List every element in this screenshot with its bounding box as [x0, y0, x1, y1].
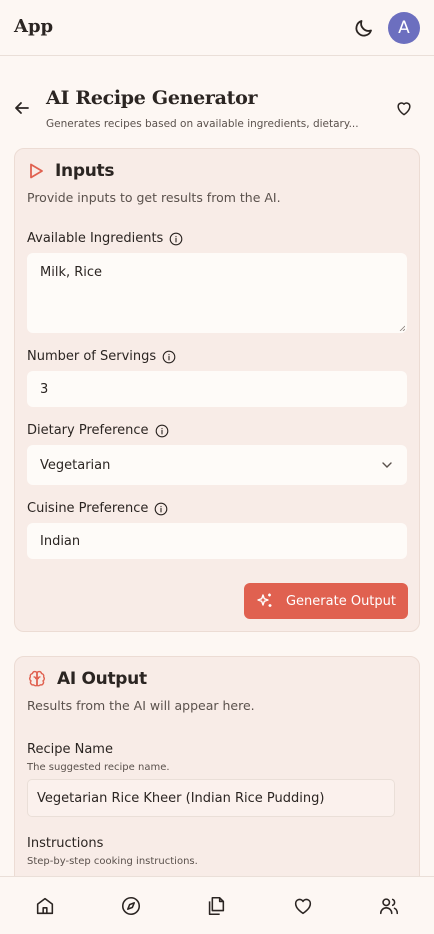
- cuisine-label-text: Cuisine Preference: [27, 501, 149, 516]
- cuisine-value: Indian: [40, 533, 81, 549]
- main-content: AI Recipe Generator Generates recipes ba…: [0, 56, 434, 876]
- diet-label-text: Dietary Preference: [27, 423, 149, 438]
- ai-output-card: AI Output Results from the AI will appea…: [14, 656, 420, 876]
- brain-icon: [29, 670, 45, 687]
- generate-output-label: Generate Output: [285, 593, 396, 609]
- diet-select[interactable]: Vegetarian: [27, 445, 407, 485]
- servings-input[interactable]: 3: [27, 371, 407, 407]
- users-icon: [379, 898, 399, 915]
- diet-label: Dietary Preference: [27, 423, 169, 438]
- play-icon: [30, 163, 43, 179]
- app-title: App: [14, 16, 54, 37]
- back-button[interactable]: [12, 98, 32, 118]
- inputs-card-description: Provide inputs to get results from the A…: [27, 190, 281, 205]
- sparkles-icon: [257, 593, 272, 607]
- inputs-card: Inputs Provide inputs to get results fro…: [14, 148, 420, 632]
- nav-explore[interactable]: [120, 895, 142, 917]
- servings-label: Number of Servings: [27, 349, 176, 364]
- page-title: AI Recipe Generator: [46, 87, 258, 109]
- home-icon: [36, 897, 54, 915]
- bottom-nav: [0, 876, 434, 934]
- heart-icon: [294, 898, 312, 915]
- info-icon[interactable]: [155, 424, 169, 438]
- info-icon[interactable]: [162, 350, 176, 364]
- ingredients-textarea[interactable]: Milk, Rice: [27, 253, 407, 333]
- nav-home[interactable]: [34, 895, 56, 917]
- info-icon[interactable]: [154, 502, 168, 516]
- recipe-name-label: Recipe Name: [27, 742, 113, 757]
- recipe-name-hint: The suggested recipe name.: [27, 762, 170, 773]
- chevron-down-icon: [382, 462, 392, 468]
- page-subtitle: Generates recipes based on available ing…: [46, 118, 359, 130]
- moon-icon: [355, 20, 372, 37]
- nav-documents[interactable]: [205, 895, 227, 917]
- ingredients-value: Milk, Rice: [40, 265, 103, 280]
- info-icon[interactable]: [169, 232, 183, 246]
- arrow-left-icon: [15, 102, 29, 114]
- output-card-title: AI Output: [57, 669, 147, 689]
- favorite-button[interactable]: [394, 98, 414, 118]
- inputs-card-header: Inputs: [27, 161, 114, 181]
- instructions-label: Instructions: [27, 836, 104, 851]
- theme-toggle-button[interactable]: [352, 16, 376, 40]
- ingredients-label: Available Ingredients: [27, 231, 183, 246]
- nav-users[interactable]: [378, 895, 400, 917]
- recipe-name-value: Vegetarian Rice Kheer (Indian Rice Puddi…: [37, 790, 325, 806]
- documents-icon: [208, 896, 225, 916]
- output-card-header: AI Output: [27, 669, 147, 689]
- instructions-hint: Step-by-step cooking instructions.: [27, 856, 198, 867]
- cuisine-input[interactable]: Indian: [27, 523, 407, 559]
- output-card-description: Results from the AI will appear here.: [27, 698, 255, 713]
- compass-icon: [121, 896, 141, 916]
- avatar[interactable]: A: [388, 12, 420, 44]
- servings-value: 3: [40, 381, 49, 397]
- inputs-card-title: Inputs: [55, 161, 115, 181]
- recipe-name-output: Vegetarian Rice Kheer (Indian Rice Puddi…: [27, 779, 395, 817]
- servings-label-text: Number of Servings: [27, 349, 157, 364]
- cuisine-label: Cuisine Preference: [27, 501, 168, 516]
- generate-output-button[interactable]: Generate Output: [244, 583, 408, 619]
- ingredients-label-text: Available Ingredients: [27, 231, 164, 246]
- top-bar: App A: [0, 0, 434, 56]
- nav-favorites[interactable]: [292, 895, 314, 917]
- diet-value: Vegetarian: [40, 457, 111, 473]
- heart-icon: [397, 102, 411, 116]
- resize-handle-icon[interactable]: [399, 325, 405, 331]
